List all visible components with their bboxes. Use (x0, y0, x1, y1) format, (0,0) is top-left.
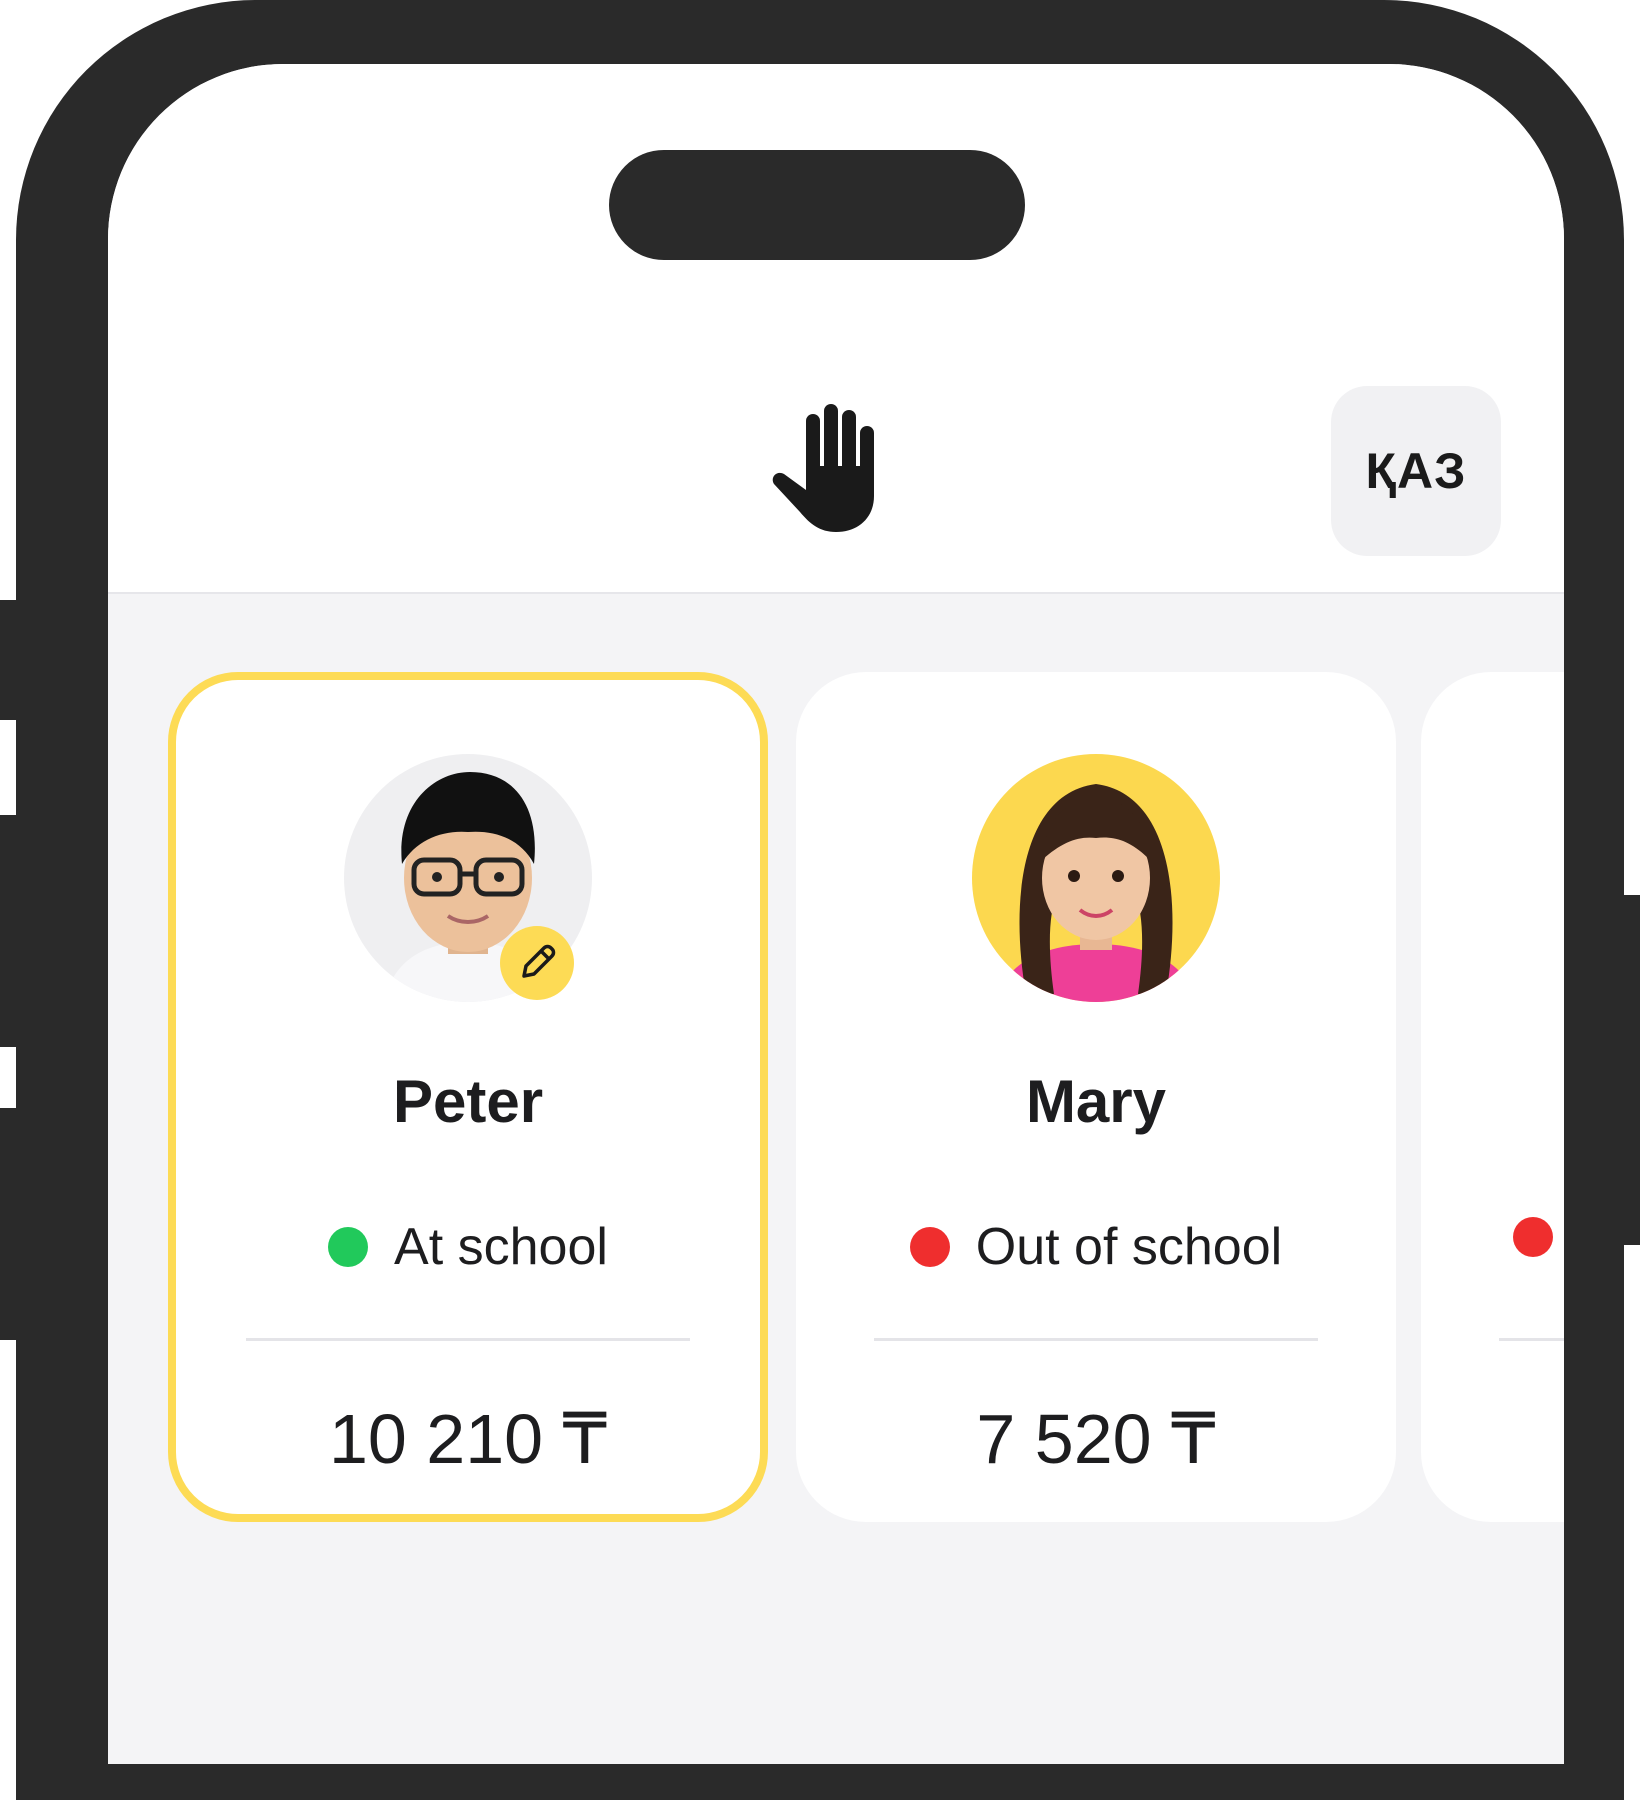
child-card-peter[interactable]: Peter At school 10 210 ₸ (168, 672, 768, 1522)
status-dot (328, 1227, 369, 1267)
divider (246, 1338, 690, 1341)
status-dot (909, 1227, 950, 1267)
dynamic-island (609, 150, 1025, 260)
pencil-icon (522, 944, 556, 978)
language-switch-button[interactable]: ҚАЗ (1331, 386, 1501, 556)
child-card-partial[interactable] (1421, 672, 1564, 1522)
phone-screen: ҚАЗ Peter At school 10 210 ₸ Mary Out of… (108, 64, 1564, 1764)
status-label: Out of school (975, 1218, 1283, 1276)
edit-avatar-button[interactable] (500, 926, 574, 1000)
balance-amount: 10 210 ₸ (328, 1400, 608, 1478)
child-card-mary[interactable]: Mary Out of school 7 520 ₸ (796, 672, 1396, 1522)
child-name: Mary (1025, 1068, 1167, 1135)
status-indicator (1421, 1217, 1564, 1257)
raised-hand-icon (772, 404, 874, 532)
status-label: At school (394, 1218, 608, 1276)
phone-power-button (1622, 895, 1640, 1245)
status-dot (1513, 1217, 1553, 1257)
balance-amount: 7 520 ₸ (976, 1400, 1216, 1478)
child-name: Peter (392, 1068, 544, 1135)
status-indicator: Out of school (796, 1217, 1396, 1277)
avatar (972, 754, 1220, 1002)
phone-frame: ҚАЗ Peter At school 10 210 ₸ Mary Out of… (16, 0, 1624, 1800)
app-header: ҚАЗ (108, 64, 1564, 594)
status-indicator: At school (176, 1217, 760, 1277)
divider (1499, 1338, 1564, 1341)
divider (874, 1338, 1318, 1341)
